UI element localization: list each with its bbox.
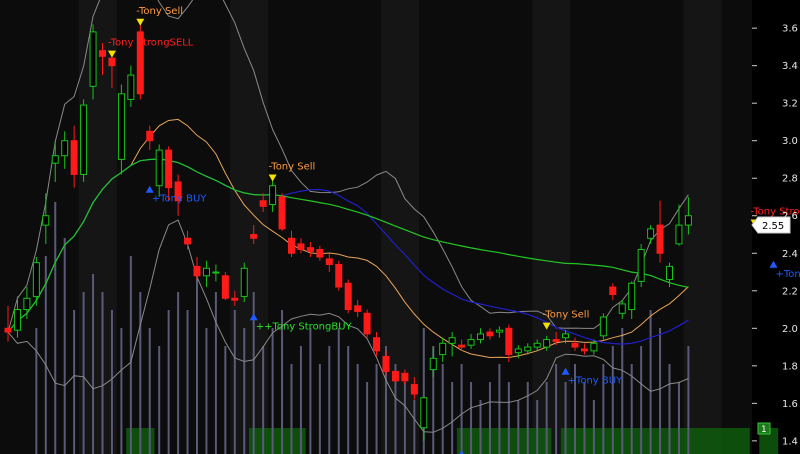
- signal-highlight: [560, 428, 750, 454]
- volume-bar: [290, 364, 293, 454]
- price-tick-label: 1.4: [782, 436, 798, 447]
- price-tick-label: 2.4: [782, 249, 798, 260]
- price-tick-label: 3.6: [782, 24, 798, 35]
- volume-bar: [139, 292, 142, 454]
- volume-bar: [214, 292, 217, 454]
- price-chart-svg: -Tony StrongSELL -Tony Sell +Tony BUY ++Ton…: [0, 0, 800, 454]
- volume-bar: [366, 382, 369, 454]
- volume-bar: [375, 364, 378, 454]
- signal-label: -Tony StrongSELL: [108, 38, 194, 49]
- volume-bar: [526, 382, 529, 454]
- volume-bar: [677, 382, 680, 454]
- volume-bar: [460, 364, 463, 454]
- svg-text:1: 1: [761, 425, 767, 435]
- price-tick-label: 2.0: [782, 324, 798, 335]
- volume-bar: [233, 310, 236, 454]
- volume-bar: [517, 400, 520, 454]
- volume-bar: [262, 346, 265, 454]
- volume-bar: [611, 346, 614, 454]
- volume-bar: [328, 346, 331, 454]
- signal-label: -Tony Sell: [543, 310, 590, 321]
- candle: [240, 262, 248, 303]
- candle: [344, 279, 352, 314]
- volume-bar: [630, 364, 633, 454]
- volume-bar: [110, 310, 113, 454]
- volume-bar: [668, 364, 671, 454]
- volume-bar: [356, 364, 359, 454]
- volume-bar: [687, 346, 690, 454]
- candle: [599, 313, 607, 340]
- stock-chart: -Tony StrongSELL -Tony Sell +Tony BUY ++Ton…: [0, 0, 800, 454]
- volume-bar: [186, 310, 189, 454]
- price-tick-label: 3.4: [782, 61, 798, 72]
- volume-bar: [640, 346, 643, 454]
- volume-bar: [403, 382, 406, 454]
- volume-bar: [54, 202, 57, 454]
- signal-label: +Tony BUY: [775, 269, 800, 280]
- volume-bar: [451, 382, 454, 454]
- volume-bar: [536, 400, 539, 454]
- volume-bar: [63, 238, 66, 454]
- candle: [278, 193, 286, 231]
- volume-bar: [545, 382, 548, 454]
- volume-bar: [120, 328, 123, 454]
- candle: [80, 99, 88, 182]
- volume-bar: [564, 382, 567, 454]
- volume-bar: [583, 382, 586, 454]
- signal-label: +Tony BUY: [568, 376, 624, 387]
- volume-bar: [592, 400, 595, 454]
- candle: [136, 24, 144, 100]
- volume-bar: [148, 328, 151, 454]
- volume-bar: [92, 274, 95, 454]
- price-tick-label: 1.6: [782, 399, 798, 410]
- price-tick-label: 2.2: [782, 286, 798, 297]
- volume-bar: [347, 346, 350, 454]
- volume-bar: [659, 328, 662, 454]
- volume-bar: [470, 382, 473, 454]
- signal-label: +Tony BUY: [152, 194, 208, 205]
- volume-bar: [507, 382, 510, 454]
- signal-label: -Tony Sell: [136, 6, 183, 17]
- volume-bar: [158, 346, 161, 454]
- volume-bar: [555, 364, 558, 454]
- price-tick-label: 1.8: [782, 361, 798, 372]
- volume-bar: [177, 292, 180, 454]
- candle: [637, 243, 645, 288]
- volume-bar: [129, 256, 132, 454]
- volume-bar: [337, 328, 340, 454]
- candle: [221, 272, 229, 301]
- price-tick-label: 2.8: [782, 174, 798, 185]
- candle: [335, 260, 343, 291]
- signal-highlight: [248, 428, 306, 454]
- last-price-badge: 2.55: [751, 216, 791, 234]
- volume-bar: [243, 328, 246, 454]
- candle: [363, 309, 371, 338]
- volume-bar: [318, 364, 321, 454]
- volume-bar: [488, 382, 491, 454]
- volume-bar: [35, 328, 38, 454]
- volume-bar: [196, 274, 198, 454]
- volume-bar: [479, 400, 482, 454]
- volume-bar: [205, 328, 208, 454]
- volume-bar: [413, 400, 416, 454]
- volume-bar: [82, 292, 85, 454]
- volume-bar: [73, 310, 76, 454]
- price-tick-label: 3.2: [782, 99, 798, 110]
- signal-label: -Tony Sell: [269, 161, 316, 172]
- volume-bar: [167, 310, 170, 454]
- price-tick-label: 3.0: [782, 136, 798, 147]
- svg-text:2.55: 2.55: [762, 221, 784, 232]
- volume-bar: [101, 292, 104, 454]
- volume-bar: [441, 364, 444, 454]
- volume-bar: [649, 310, 652, 454]
- volume-bar: [271, 328, 274, 454]
- volume-badge: 1: [757, 422, 771, 435]
- volume-bar: [309, 328, 312, 454]
- signal-label: ++Tony StrongBUY: [256, 321, 353, 332]
- volume-bar: [621, 328, 624, 454]
- volume-bar: [299, 346, 302, 454]
- volume-bar: [498, 364, 501, 454]
- volume-bar: [224, 346, 227, 454]
